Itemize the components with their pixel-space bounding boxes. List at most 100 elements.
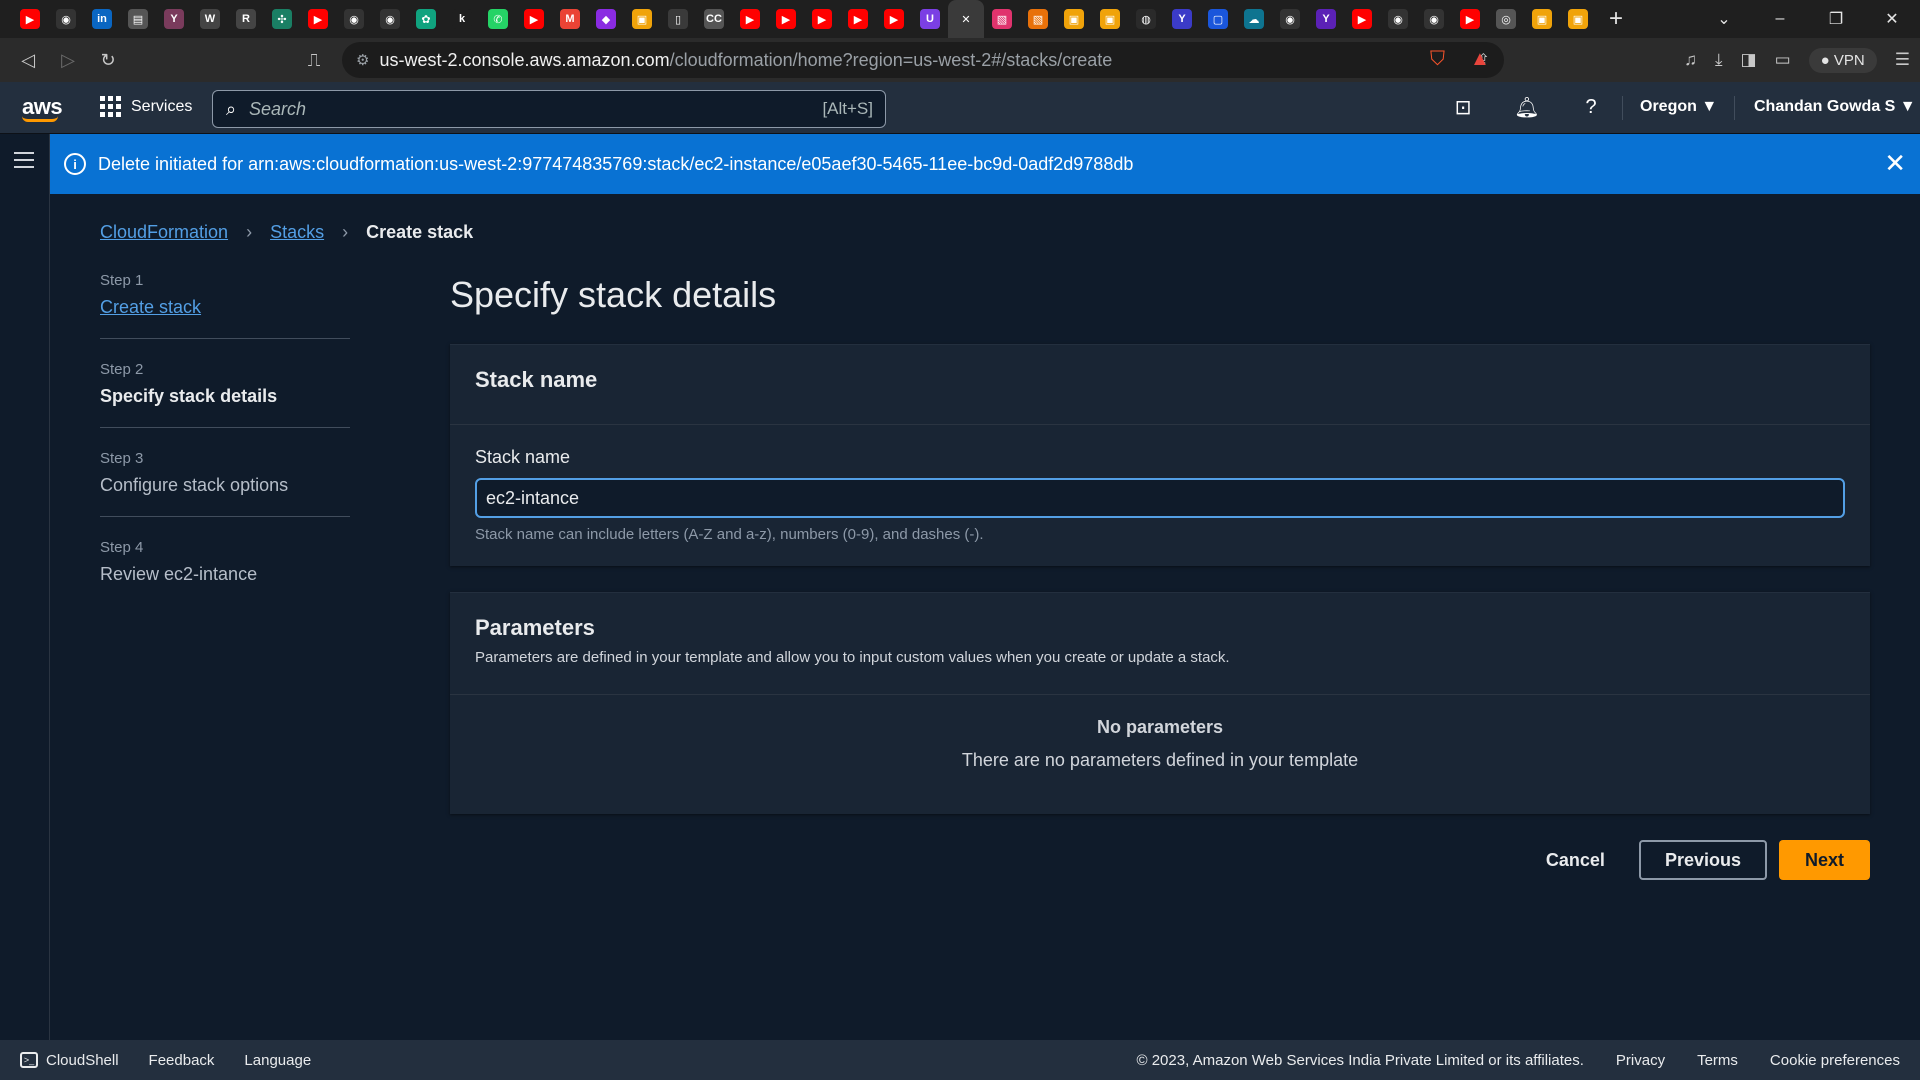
browser-tab[interactable]: ▣ <box>1524 0 1560 38</box>
parameters-container: Parameters Parameters are defined in you… <box>450 592 1870 814</box>
browser-tab[interactable]: Y <box>156 0 192 38</box>
browser-tab[interactable]: in <box>84 0 120 38</box>
browser-tab[interactable]: ▶ <box>804 0 840 38</box>
browser-tab[interactable]: ▶ <box>876 0 912 38</box>
browser-tab[interactable]: Y <box>1164 0 1200 38</box>
search-input[interactable] <box>249 98 823 120</box>
yc-icon: Y <box>164 9 184 29</box>
terms-link[interactable]: Terms <box>1697 1052 1738 1069</box>
whatsapp-icon: ✆ <box>488 9 508 29</box>
browser-tab[interactable]: ▶ <box>12 0 48 38</box>
browser-tab[interactable]: ◉ <box>1272 0 1308 38</box>
browser-tab[interactable]: ▶ <box>732 0 768 38</box>
container-header: Parameters Parameters are defined in you… <box>450 593 1870 695</box>
new-tab-icon[interactable]: + <box>1596 0 1636 38</box>
aws-logo[interactable]: aws <box>22 94 63 122</box>
menu-icon[interactable]: ☰ <box>1895 50 1910 70</box>
reload-icon[interactable]: ↻ <box>88 40 128 80</box>
cancel-button[interactable]: Cancel <box>1524 840 1627 880</box>
restore-icon[interactable]: ❐ <box>1808 0 1864 38</box>
previous-button[interactable]: Previous <box>1638 840 1767 880</box>
browser-tab[interactable]: ✣ <box>264 0 300 38</box>
empty-title: No parameters <box>1096 717 1224 737</box>
browser-tab[interactable]: ▢ <box>1200 0 1236 38</box>
browser-tab[interactable]: ◉ <box>1416 0 1452 38</box>
cloudshell-button[interactable]: >_ CloudShell <box>20 1052 119 1069</box>
browser-tab[interactable]: ▤ <box>120 0 156 38</box>
browser-tab[interactable]: Y <box>1308 0 1344 38</box>
browser-tab[interactable]: ▣ <box>1092 0 1128 38</box>
cookie-preferences-link[interactable]: Cookie preferences <box>1770 1052 1900 1069</box>
breadcrumb-stacks[interactable]: Stacks <box>270 222 324 243</box>
pink-icon: ▧ <box>992 9 1012 29</box>
aws-logo-text: aws <box>22 94 63 119</box>
services-menu-button[interactable]: Services <box>100 96 192 117</box>
browser-tab[interactable]: M <box>552 0 588 38</box>
browser-tab[interactable]: ▣ <box>1560 0 1596 38</box>
brave-rewards-icon[interactable]: ▲ <box>1470 48 1490 71</box>
wallet-icon[interactable]: ▭ <box>1775 50 1791 70</box>
back-icon[interactable]: ◁ <box>8 40 48 80</box>
tab-search-icon[interactable]: ⌄ <box>1696 0 1752 38</box>
browser-tab[interactable]: ✕ <box>948 0 984 38</box>
youtube-icon: ▶ <box>1352 9 1372 29</box>
browser-tab[interactable]: ▶ <box>840 0 876 38</box>
browser-tab[interactable]: ◎ <box>1488 0 1524 38</box>
breadcrumb: CloudFormation › Stacks › Create stack <box>100 222 473 243</box>
browser-tab[interactable]: ◉ <box>1380 0 1416 38</box>
browser-tab[interactable]: ▶ <box>1344 0 1380 38</box>
browser-tab[interactable]: ▶ <box>516 0 552 38</box>
language-link[interactable]: Language <box>244 1052 311 1069</box>
stack-name-input[interactable] <box>475 478 1845 518</box>
browser-tab[interactable]: ◉ <box>336 0 372 38</box>
close-icon[interactable]: ✕ <box>1884 148 1906 179</box>
container-title: Stack name <box>475 367 598 392</box>
site-settings-icon[interactable]: ⚙ <box>356 51 369 69</box>
browser-tab[interactable]: ▧ <box>1020 0 1056 38</box>
browser-tab[interactable]: ▶ <box>300 0 336 38</box>
browser-tab[interactable]: ◉ <box>372 0 408 38</box>
search-bar[interactable]: ⌕ [Alt+S] <box>212 90 886 128</box>
browser-tab[interactable]: k <box>444 0 480 38</box>
media-icon[interactable]: ♫ <box>1684 50 1697 70</box>
browser-tab[interactable]: ▯ <box>660 0 696 38</box>
bookmark-icon[interactable]: ⎍ <box>294 40 334 80</box>
notifications-icon[interactable]: 🔔︎ <box>1512 92 1542 122</box>
download-icon[interactable]: ⤓ <box>1715 50 1723 70</box>
privacy-link[interactable]: Privacy <box>1616 1052 1665 1069</box>
sidebar-icon[interactable]: ◨ <box>1741 50 1757 70</box>
youtube-icon: ▶ <box>308 9 328 29</box>
window-close-icon[interactable]: ✕ <box>1864 0 1920 38</box>
next-button[interactable]: Next <box>1778 840 1870 880</box>
feedback-link[interactable]: Feedback <box>149 1052 215 1069</box>
browser-tab[interactable]: W <box>192 0 228 38</box>
browser-tab[interactable]: ◆ <box>588 0 624 38</box>
linkedin-icon: in <box>92 9 112 29</box>
help-icon[interactable]: ? <box>1576 92 1606 122</box>
brave-shield-icon[interactable]: ⛉ <box>1430 48 1445 71</box>
browser-tab[interactable]: ▣ <box>624 0 660 38</box>
browser-tab[interactable]: U <box>912 0 948 38</box>
hamburger-icon[interactable] <box>14 152 34 173</box>
browser-tab[interactable]: ◉ <box>48 0 84 38</box>
browser-tab[interactable]: ▣ <box>1056 0 1092 38</box>
browser-tab[interactable]: ▶ <box>1452 0 1488 38</box>
forward-icon[interactable]: ▷ <box>48 40 88 80</box>
browser-tab[interactable]: ☁ <box>1236 0 1272 38</box>
breadcrumb-cloudformation[interactable]: CloudFormation <box>100 222 228 243</box>
cloudshell-icon[interactable]: ⊡ <box>1448 92 1478 122</box>
minimize-icon[interactable]: – <box>1752 0 1808 38</box>
console-footer: >_ CloudShell Feedback Language © 2023, … <box>0 1040 1920 1080</box>
browser-tab[interactable]: ✿ <box>408 0 444 38</box>
browser-tab[interactable]: ✆ <box>480 0 516 38</box>
step-link-create-stack[interactable]: Create stack <box>100 297 350 318</box>
browser-tab[interactable]: ▶ <box>768 0 804 38</box>
url-field[interactable]: ⚙ us-west-2.console.aws.amazon.com/cloud… <box>342 42 1504 78</box>
region-selector[interactable]: Oregon ▼ <box>1640 98 1717 116</box>
vpn-button[interactable]: ● VPN <box>1808 47 1877 73</box>
browser-tab[interactable]: CC <box>696 0 732 38</box>
browser-tab[interactable]: ◍ <box>1128 0 1164 38</box>
user-menu[interactable]: Chandan Gowda S ▼ <box>1754 98 1916 116</box>
browser-tab[interactable]: ▧ <box>984 0 1020 38</box>
browser-tab[interactable]: R <box>228 0 264 38</box>
